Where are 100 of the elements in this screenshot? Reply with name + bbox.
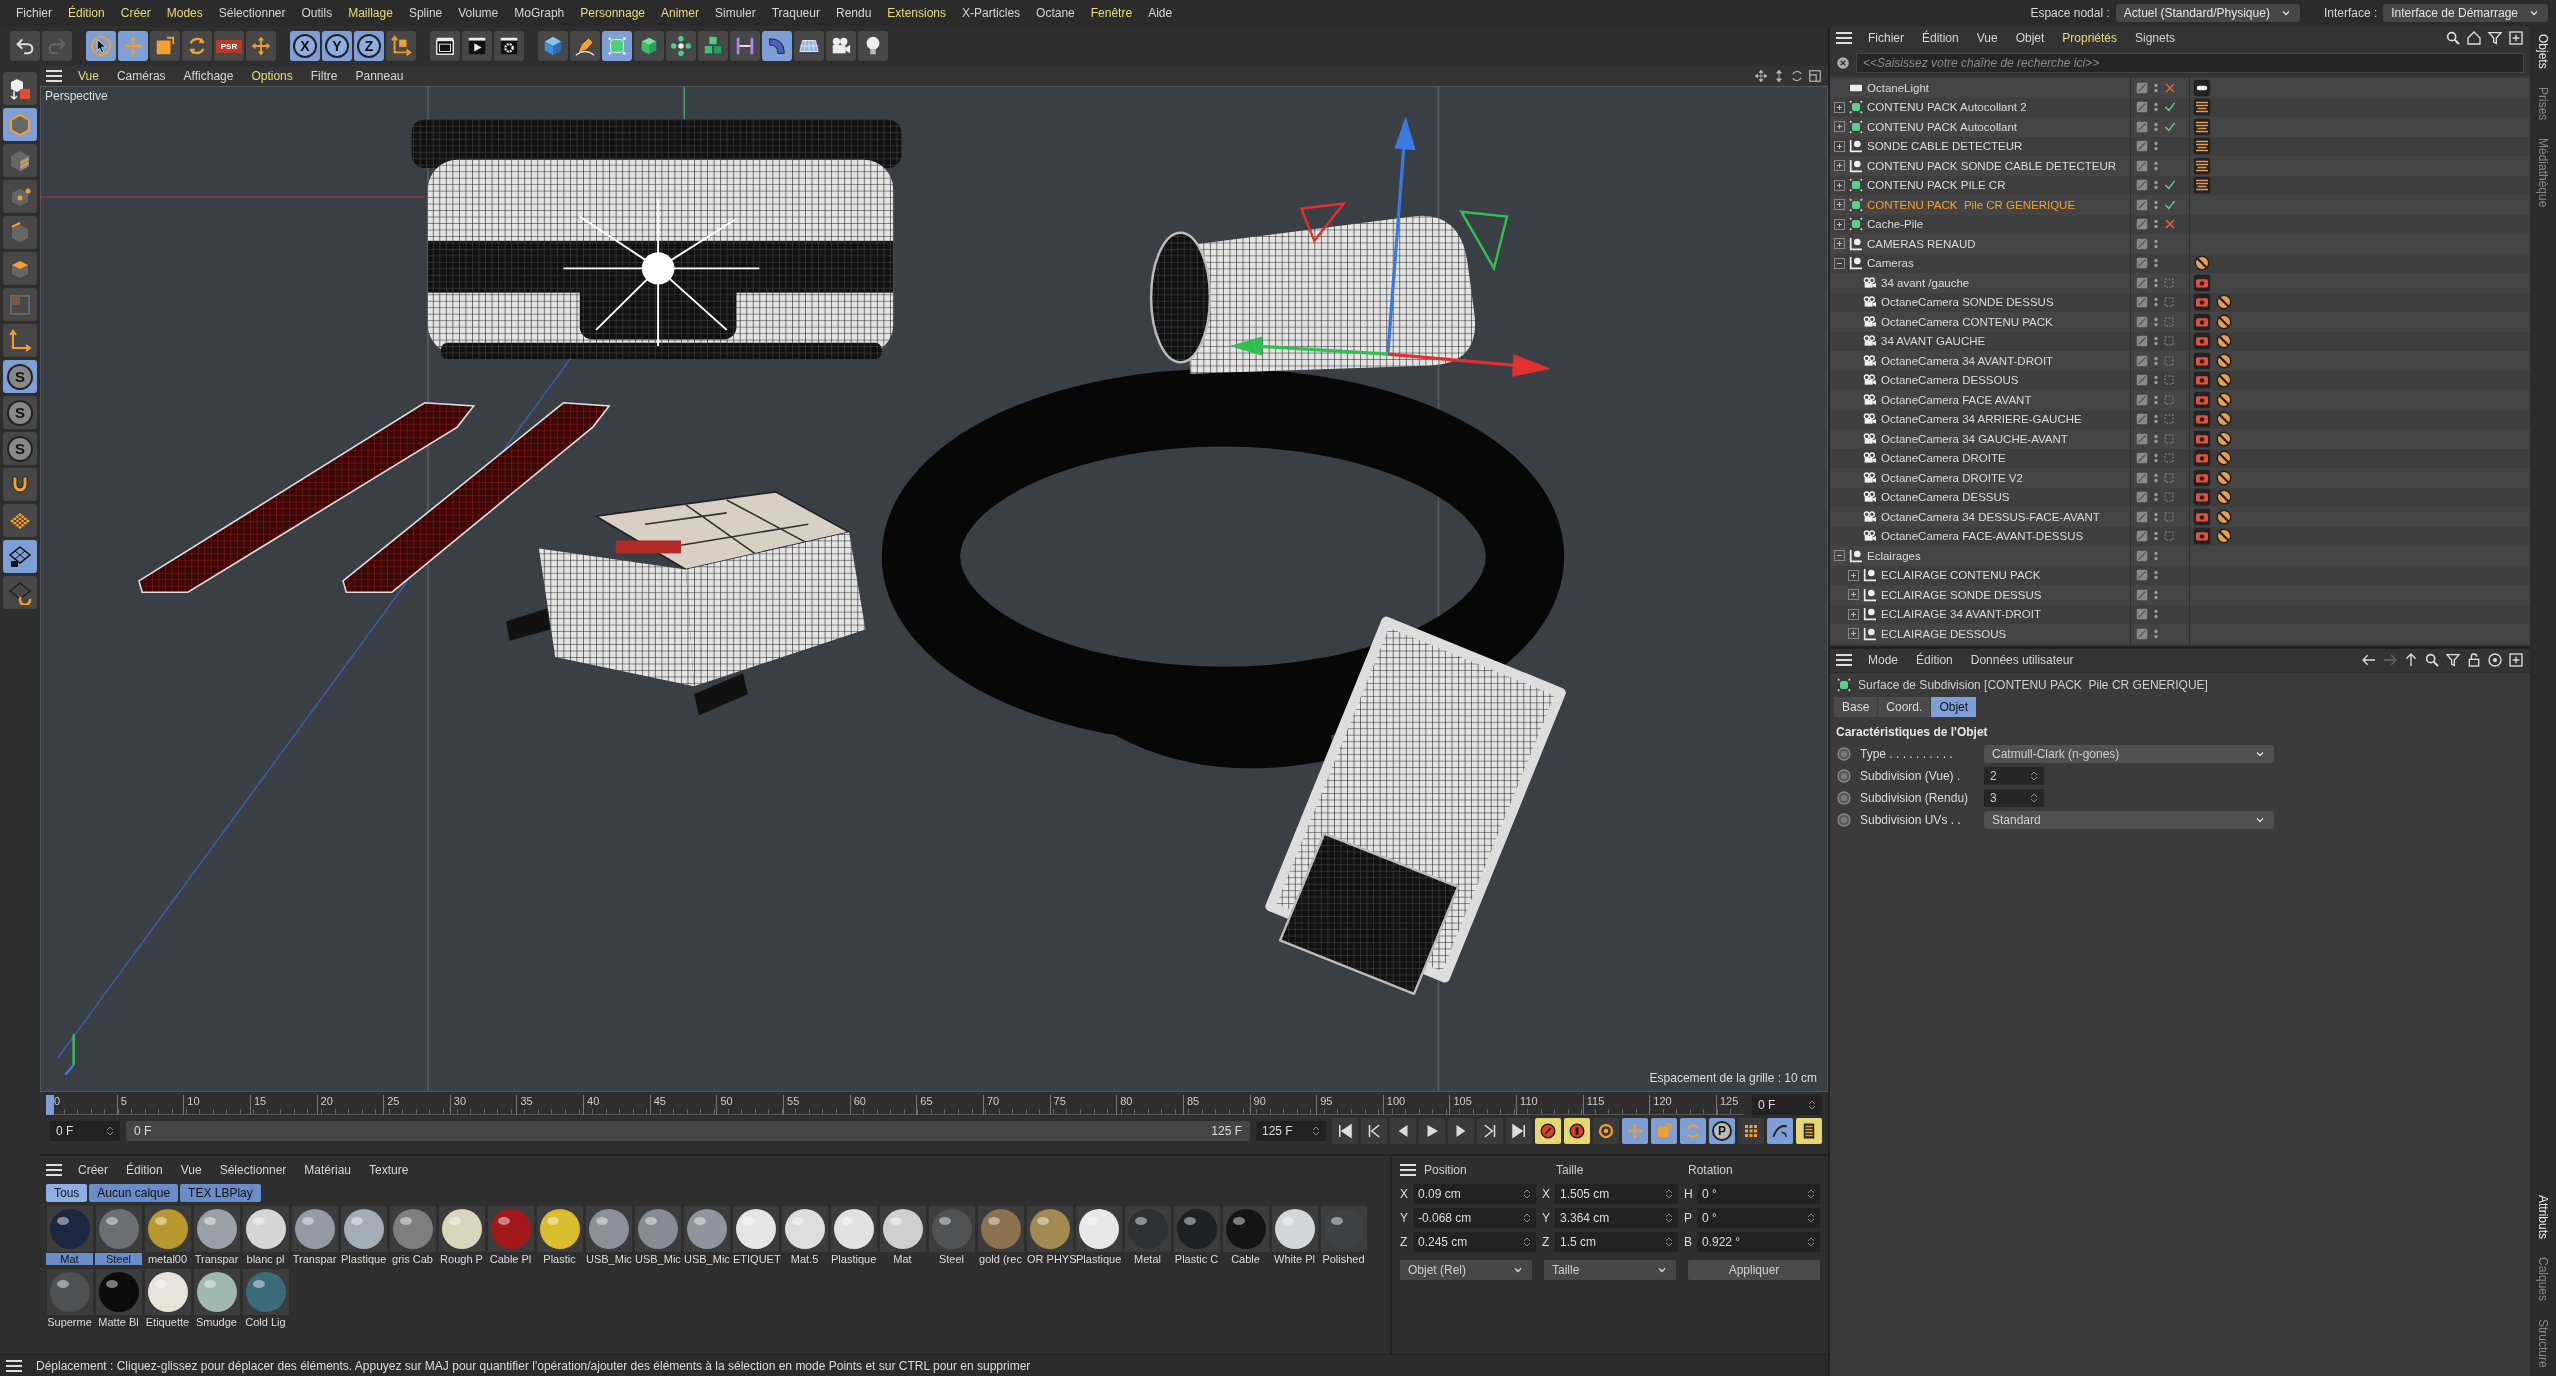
object-name[interactable]: 34 avant /gauche — [1881, 276, 1970, 289]
object-name[interactable]: CAMERAS RENAUD — [1867, 237, 1976, 250]
record-button[interactable] — [1535, 1118, 1561, 1144]
expand-icon[interactable] — [1834, 218, 1845, 230]
apply-button[interactable]: Appliquer — [1688, 1260, 1820, 1280]
side-tab[interactable]: Objets — [2533, 32, 2553, 71]
timeline-button[interactable] — [1796, 1118, 1822, 1144]
expand-icon[interactable] — [1834, 179, 1845, 191]
clapperboard-button[interactable] — [430, 31, 460, 61]
object-name[interactable]: ECLAIRAGE DESSOUS — [1881, 627, 2007, 640]
dropdown[interactable]: Standard — [1984, 810, 2274, 829]
next-frame-button[interactable] — [1448, 1118, 1474, 1144]
number-field[interactable]: 3 — [1984, 788, 2044, 807]
expand-icon[interactable] — [1834, 101, 1845, 113]
menu-item[interactable]: Modes — [158, 4, 211, 22]
frame-range-slider[interactable]: 0 F 125 F — [126, 1121, 1250, 1141]
menu-item[interactable]: Animer — [653, 4, 708, 22]
object-name[interactable]: OctaneCamera CONTENU PACK — [1881, 315, 2053, 328]
expand-icon[interactable] — [1834, 140, 1845, 152]
cube-button[interactable] — [538, 31, 568, 61]
magnet-button[interactable] — [3, 468, 37, 501]
menu-item[interactable]: Simuler — [707, 4, 764, 22]
collapse-icon[interactable] — [1834, 550, 1845, 562]
object-name[interactable]: CONTENU PACK PILE CR — [1867, 179, 2006, 192]
coordinate-field[interactable]: -0.068 cm — [1413, 1208, 1536, 1228]
camera-button[interactable] — [826, 31, 856, 61]
spinner-icon[interactable] — [1665, 1236, 1673, 1248]
axes-button[interactable] — [3, 324, 37, 357]
gear-clapperboard-button[interactable] — [494, 31, 524, 61]
expand-icon[interactable] — [1848, 628, 1859, 640]
coordinate-field[interactable]: 0.09 cm — [1413, 1184, 1536, 1204]
menu-item[interactable]: Créer — [70, 1161, 116, 1179]
cube-face-button[interactable] — [3, 252, 37, 285]
expand-icon[interactable] — [1834, 160, 1845, 172]
psr-button[interactable]: PSR — [214, 31, 244, 61]
object-name[interactable]: ECLAIRAGE CONTENU PACK — [1881, 569, 2041, 582]
spinner-icon[interactable] — [1807, 1212, 1815, 1224]
object-name[interactable]: OctaneCamera DROITE — [1881, 452, 2006, 465]
spinner-icon[interactable] — [1523, 1212, 1531, 1224]
grid-plane-button[interactable] — [794, 31, 824, 61]
menu-item[interactable]: Traqueur — [763, 4, 828, 22]
attribute-tab[interactable]: Objet — [1931, 696, 1977, 717]
menu-item[interactable]: Vue — [1968, 29, 2006, 47]
scale-button[interactable] — [150, 31, 180, 61]
spinner-icon[interactable] — [1807, 1236, 1815, 1248]
menu-item[interactable]: MoGraph — [506, 4, 573, 22]
menu-item[interactable]: Sélectionner — [210, 4, 294, 22]
selector-dropdown[interactable]: Actuel (Standard/Physique) — [2115, 4, 2300, 22]
expand-icon[interactable] — [1834, 199, 1845, 211]
expand-icon[interactable] — [1848, 589, 1859, 601]
menu-item[interactable]: Vue — [172, 1161, 210, 1179]
menu-item[interactable]: Signets — [2127, 29, 2184, 47]
cube-points-button[interactable] — [3, 180, 37, 213]
spinner-icon[interactable] — [106, 1125, 114, 1137]
move-button[interactable] — [246, 31, 276, 61]
grid-plane-button[interactable] — [3, 504, 37, 537]
object-name[interactable]: OctaneCamera DESSUS — [1881, 491, 2010, 504]
coordinate-field[interactable]: 0 ° — [1697, 1184, 1820, 1204]
object-name[interactable]: CONTENU PACK Autocollant 2 — [1867, 101, 2027, 114]
menu-item[interactable]: Options — [243, 67, 301, 85]
previous-frame-button[interactable] — [1390, 1118, 1416, 1144]
menu-item[interactable]: Données utilisateur — [1962, 651, 2082, 669]
side-tab[interactable]: Prises — [2533, 84, 2553, 123]
coordinate-field[interactable]: 0 ° — [1697, 1208, 1820, 1228]
coordinate-field[interactable]: 0.245 cm — [1413, 1232, 1536, 1252]
menu-item[interactable]: Vue — [70, 67, 107, 85]
menu-item[interactable]: Extensions — [879, 4, 955, 22]
search-field[interactable]: <<Saisissez votre chaîne de recherche ici>> — [1856, 53, 2524, 73]
spinner-icon[interactable] — [1523, 1236, 1531, 1248]
spinner-icon[interactable] — [1665, 1212, 1673, 1224]
object-name[interactable]: OctaneCamera 34 ARRIERE-GAUCHE — [1881, 413, 2082, 426]
object-name[interactable]: CONTENU PACK Autocollant — [1867, 120, 2017, 133]
expand-icon[interactable] — [1848, 569, 1859, 581]
menu-item[interactable]: Filtre — [302, 67, 346, 85]
dot-grid-button[interactable] — [1738, 1118, 1764, 1144]
current-frame-field[interactable]: 0 F — [1752, 1095, 1822, 1115]
axis-lock-button[interactable]: Y — [322, 31, 352, 61]
expand-icon[interactable] — [1834, 238, 1845, 250]
object-name[interactable]: 34 AVANT GAUCHE — [1881, 335, 1986, 348]
menu-icon[interactable] — [1400, 1164, 1416, 1176]
object-name[interactable]: OctaneLight — [1867, 81, 1929, 94]
spinner-icon[interactable] — [2030, 791, 2038, 804]
menu-icon[interactable] — [6, 1359, 22, 1372]
menu-item[interactable]: Maillage — [340, 4, 401, 22]
snap-button[interactable]: S — [3, 396, 37, 429]
menu-item[interactable]: Personnage — [572, 4, 653, 22]
object-name[interactable]: SONDE CABLE DETECTEUR — [1867, 140, 2023, 153]
menu-item[interactable]: Octane — [1028, 4, 1083, 22]
object-name[interactable]: Cameras — [1867, 257, 1914, 270]
spinner-icon[interactable] — [1523, 1188, 1531, 1200]
spinner-icon[interactable] — [2030, 769, 2038, 782]
object-name[interactable]: ECLAIRAGE SONDE DESSUS — [1881, 588, 2042, 601]
undo-button[interactable] — [10, 31, 40, 61]
parameter-key-button[interactable]: P — [1709, 1118, 1735, 1144]
object-name[interactable]: OctaneCamera 34 AVANT-DROIT — [1881, 354, 2054, 367]
grid-lock-button[interactable] — [3, 540, 37, 573]
coordinate-field[interactable]: 3.364 cm — [1555, 1208, 1678, 1228]
object-name[interactable]: OctaneCamera DROITE V2 — [1881, 471, 2023, 484]
menu-item[interactable]: X-Particles — [954, 4, 1029, 22]
cube-stack-button[interactable] — [698, 31, 728, 61]
